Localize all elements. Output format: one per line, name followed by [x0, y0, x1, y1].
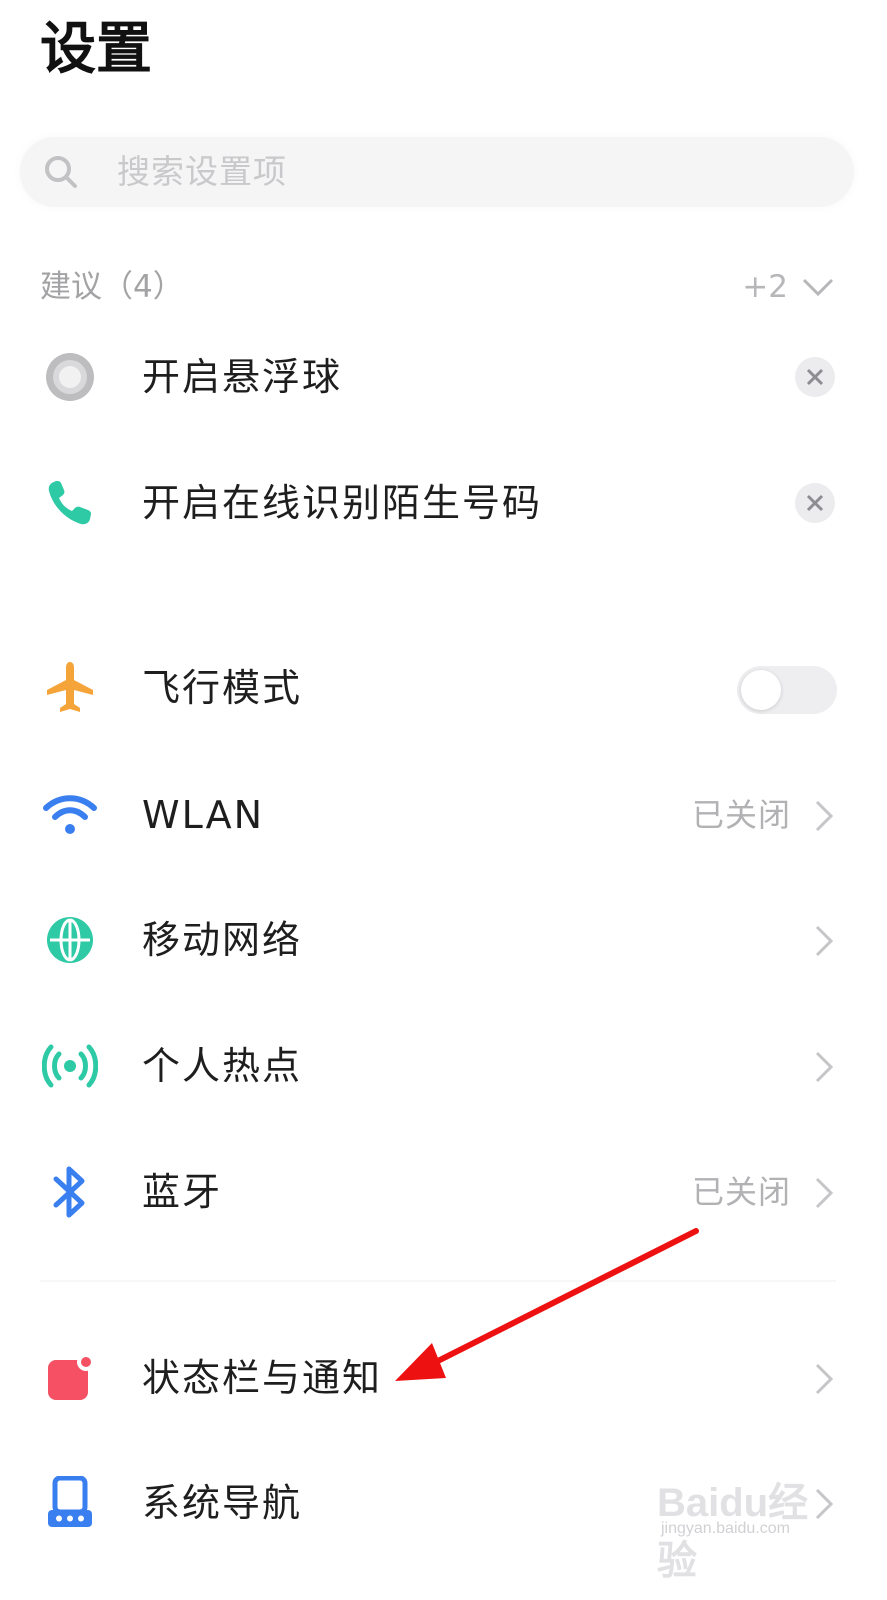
airplane-icon [40, 658, 100, 718]
globe-icon [40, 910, 100, 970]
notification-icon [40, 1348, 100, 1408]
suggestion-item-caller-id[interactable]: 开启在线识别陌生号码 [0, 443, 887, 563]
page-title: 设置 [40, 17, 152, 82]
settings-item-label: 蓝牙 [142, 1170, 223, 1214]
close-icon [806, 494, 824, 512]
suggestions-header: 建议（4） +2 [40, 262, 836, 312]
section-divider [40, 1280, 836, 1282]
floating-ball-icon [40, 347, 100, 407]
settings-item-label: 飞行模式 [142, 666, 303, 710]
wifi-icon [40, 785, 100, 845]
airplane-mode-toggle[interactable] [737, 666, 837, 714]
settings-item-label: 状态栏与通知 [142, 1356, 383, 1400]
watermark-domain: jingyan.baidu.com [661, 1520, 790, 1537]
settings-item-hotspot[interactable]: 个人热点 [0, 1006, 887, 1126]
suggestions-label: 建议（4） [40, 269, 184, 305]
hotspot-icon [40, 1036, 100, 1096]
chevron-right-icon [815, 1177, 834, 1209]
settings-item-label: 个人热点 [142, 1044, 303, 1088]
navigation-icon [40, 1473, 100, 1533]
settings-item-mobile-network[interactable]: 移动网络 [0, 880, 887, 1000]
suggestion-label: 开启悬浮球 [142, 355, 343, 399]
settings-item-airplane-mode[interactable]: 飞行模式 [0, 628, 887, 748]
suggestion-label: 开启在线识别陌生号码 [142, 481, 543, 525]
suggestions-more-count[interactable]: +2 [742, 262, 788, 312]
search-input[interactable]: 搜索设置项 [20, 137, 854, 207]
status-text: 已关闭 [691, 1173, 791, 1211]
chevron-right-icon [815, 1363, 834, 1395]
settings-item-label: 移动网络 [142, 918, 303, 962]
baidu-watermark: Baidu经验 jingyan.baidu.com [657, 1470, 827, 1583]
chevron-down-icon[interactable] [800, 272, 836, 302]
phone-icon [40, 473, 100, 533]
settings-item-label: WLAN [142, 793, 265, 837]
close-icon [806, 368, 824, 386]
dismiss-suggestion-button[interactable] [795, 357, 835, 397]
search-placeholder: 搜索设置项 [117, 152, 287, 191]
toggle-knob [741, 670, 781, 710]
settings-item-wlan[interactable]: WLAN 已关闭 [0, 755, 887, 875]
search-icon [45, 156, 77, 188]
chevron-right-icon [815, 925, 834, 957]
suggestion-item-floating-ball[interactable]: 开启悬浮球 [0, 317, 887, 437]
settings-item-bluetooth[interactable]: 蓝牙 已关闭 [0, 1132, 887, 1252]
chevron-right-icon [815, 1051, 834, 1083]
settings-item-status-bar-notifications[interactable]: 状态栏与通知 [0, 1318, 887, 1438]
bluetooth-icon [40, 1162, 100, 1222]
dismiss-suggestion-button[interactable] [795, 483, 835, 523]
status-text: 已关闭 [691, 796, 791, 834]
chevron-right-icon [815, 800, 834, 832]
settings-item-label: 系统导航 [142, 1481, 303, 1525]
